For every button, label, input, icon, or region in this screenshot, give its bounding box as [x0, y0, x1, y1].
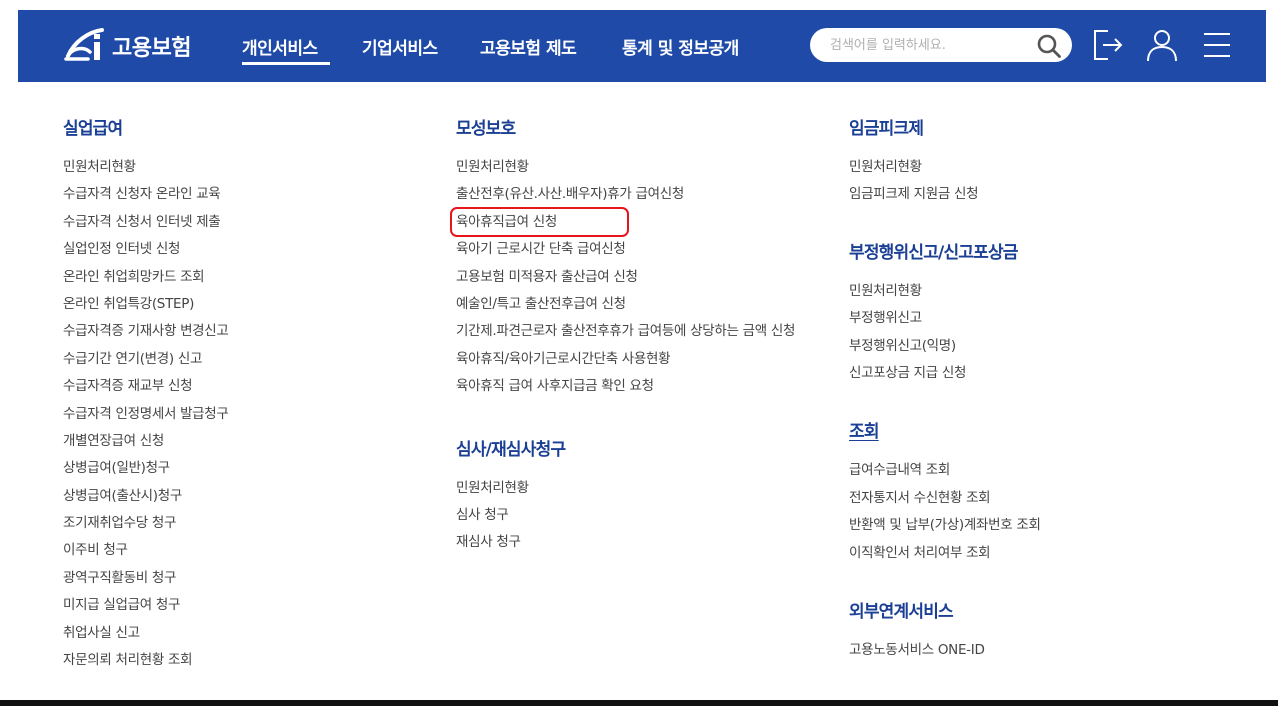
nav-business-services[interactable]: 기업서비스: [362, 10, 450, 82]
menu-item[interactable]: 반환액 및 납부(가상)계좌번호 조회: [849, 512, 1249, 539]
menu-item[interactable]: 전자통지서 수신현황 조회: [849, 485, 1249, 512]
menu-list: 민원처리현황 임금피크제 지원금 신청: [849, 154, 1249, 209]
search-box: [810, 28, 1072, 62]
menu-item[interactable]: 육아기 근로시간 단축 급여신청: [456, 236, 836, 263]
menu-list: 민원처리현황 출산전후(유산.사산.배우자)휴가 급여신청 육아휴직급여 신청 …: [456, 154, 836, 401]
menu-item[interactable]: 임금피크제 지원금 신청: [849, 181, 1249, 208]
menu-item[interactable]: 이직확인서 처리여부 조회: [849, 540, 1249, 567]
menu-section-unemployment: 실업급여 민원처리현황 수급자격 신청자 온라인 교육 수급자격 신청서 인터넷…: [63, 118, 403, 674]
menu-list: 민원처리현황 심사 청구 재심사 청구: [456, 475, 836, 557]
menu-item[interactable]: 급여수급내역 조회: [849, 457, 1249, 484]
user-icon[interactable]: [1144, 27, 1180, 63]
menu-list: 급여수급내역 조회 전자통지서 수신현황 조회 반환액 및 납부(가상)계좌번호…: [849, 457, 1249, 567]
menu-item[interactable]: 온라인 취업특강(STEP): [63, 291, 403, 318]
menu-list: 고용노동서비스 ONE-ID: [849, 637, 1249, 664]
menu-item[interactable]: 취업사실 신고: [63, 620, 403, 647]
logout-icon[interactable]: [1090, 27, 1126, 63]
menu-column-2: 모성보호 민원처리현황 출산전후(유산.사산.배우자)휴가 급여신청 육아휴직급…: [456, 118, 836, 557]
section-title[interactable]: 모성보호: [456, 118, 836, 140]
section-title[interactable]: 조회: [849, 421, 1249, 443]
section-title[interactable]: 실업급여: [63, 118, 403, 140]
section-title[interactable]: 임금피크제: [849, 118, 1249, 140]
menu-item[interactable]: 민원처리현황: [849, 154, 1249, 181]
section-title[interactable]: 부정행위신고/신고포상금: [849, 242, 1249, 264]
menu-item[interactable]: 수급자격증 기재사항 변경신고: [63, 318, 403, 345]
menu-item[interactable]: 수급기간 연기(변경) 신고: [63, 346, 403, 373]
menu-item[interactable]: 민원처리현황: [63, 154, 403, 181]
search-input[interactable]: [830, 28, 1026, 62]
search-icon[interactable]: [1036, 33, 1062, 59]
menu-item[interactable]: 출산전후(유산.사산.배우자)휴가 급여신청: [456, 181, 836, 208]
menu-item[interactable]: 육아휴직 급여 사후지급금 확인 요청: [456, 373, 836, 400]
menu-item[interactable]: 상병급여(일반)청구: [63, 455, 403, 482]
brand-name: 고용보험: [112, 36, 191, 61]
menu-item[interactable]: 개별연장급여 신청: [63, 428, 403, 455]
menu-item[interactable]: 민원처리현황: [849, 278, 1249, 305]
brand-logo[interactable]: 고용보험: [62, 24, 191, 68]
section-title[interactable]: 외부연계서비스: [849, 601, 1249, 623]
menu-item[interactable]: 부정행위신고(익명): [849, 333, 1249, 360]
nav-personal-services[interactable]: 개인서비스: [242, 10, 330, 82]
menu-item[interactable]: 이주비 청구: [63, 537, 403, 564]
nav-insurance-system[interactable]: 고용보험 제도: [480, 10, 592, 82]
menu-item[interactable]: 상병급여(출산시)청구: [63, 483, 403, 510]
menu-item[interactable]: 미지급 실업급여 청구: [63, 592, 403, 619]
brand-logo-icon: [64, 28, 104, 61]
menu-section-inquiry: 조회 급여수급내역 조회 전자통지서 수신현황 조회 반환액 및 납부(가상)계…: [849, 421, 1249, 567]
menu-item[interactable]: 광역구직활동비 청구: [63, 565, 403, 592]
top-header-bar: 고용보험 개인서비스 기업서비스 고용보험 제도 통계 및 정보공개: [18, 10, 1266, 82]
menu-item[interactable]: 재심사 청구: [456, 529, 836, 556]
menu-item[interactable]: 수급자격 신청자 온라인 교육: [63, 181, 403, 208]
menu-item[interactable]: 육아휴직/육아기근로시간단축 사용현황: [456, 346, 836, 373]
hamburger-menu-icon[interactable]: [1198, 27, 1234, 63]
menu-section-external-services: 외부연계서비스 고용노동서비스 ONE-ID: [849, 601, 1249, 664]
menu-item[interactable]: 예술인/특고 출산전후급여 신청: [456, 291, 836, 318]
menu-column-3: 임금피크제 민원처리현황 임금피크제 지원금 신청 부정행위신고/신고포상금 민…: [849, 118, 1249, 664]
menu-item[interactable]: 민원처리현황: [456, 154, 836, 181]
menu-section-appeal: 심사/재심사청구 민원처리현황 심사 청구 재심사 청구: [456, 439, 836, 557]
menu-item[interactable]: 수급자격 인정명세서 발급청구: [63, 401, 403, 428]
menu-item[interactable]: 고용노동서비스 ONE-ID: [849, 637, 1249, 664]
menu-item[interactable]: 온라인 취업희망카드 조회: [63, 264, 403, 291]
menu-item[interactable]: 조기재취업수당 청구: [63, 510, 403, 537]
menu-item[interactable]: 수급자격증 재교부 신청: [63, 373, 403, 400]
menu-list: 민원처리현황 부정행위신고 부정행위신고(익명) 신고포상금 지급 신청: [849, 278, 1249, 388]
menu-item[interactable]: 신고포상금 지급 신청: [849, 360, 1249, 387]
menu-item[interactable]: 심사 청구: [456, 502, 836, 529]
menu-item[interactable]: 수급자격 신청서 인터넷 제출: [63, 209, 403, 236]
section-title[interactable]: 심사/재심사청구: [456, 439, 836, 461]
footer-bar: [0, 700, 1278, 706]
menu-column-1: 실업급여 민원처리현황 수급자격 신청자 온라인 교육 수급자격 신청서 인터넷…: [63, 118, 403, 674]
menu-section-wage-peak: 임금피크제 민원처리현황 임금피크제 지원금 신청: [849, 118, 1249, 209]
menu-item[interactable]: 부정행위신고: [849, 305, 1249, 332]
menu-section-fraud-report: 부정행위신고/신고포상금 민원처리현황 부정행위신고 부정행위신고(익명) 신고…: [849, 242, 1249, 388]
menu-item-parental-leave-apply[interactable]: 육아휴직급여 신청: [456, 209, 836, 236]
nav-statistics-disclosure[interactable]: 통계 및 정보공개: [622, 10, 762, 82]
menu-item[interactable]: 실업인정 인터넷 신청: [63, 236, 403, 263]
menu-item[interactable]: 고용보험 미적용자 출산급여 신청: [456, 264, 836, 291]
menu-item[interactable]: 자문의뢰 처리현황 조회: [63, 647, 403, 674]
menu-item[interactable]: 기간제.파견근로자 출산전후휴가 급여등에 상당하는 금액 신청: [456, 318, 836, 345]
menu-item[interactable]: 민원처리현황: [456, 475, 836, 502]
menu-section-maternity: 모성보호 민원처리현황 출산전후(유산.사산.배우자)휴가 급여신청 육아휴직급…: [456, 118, 836, 401]
menu-list: 민원처리현황 수급자격 신청자 온라인 교육 수급자격 신청서 인터넷 제출 실…: [63, 154, 403, 674]
